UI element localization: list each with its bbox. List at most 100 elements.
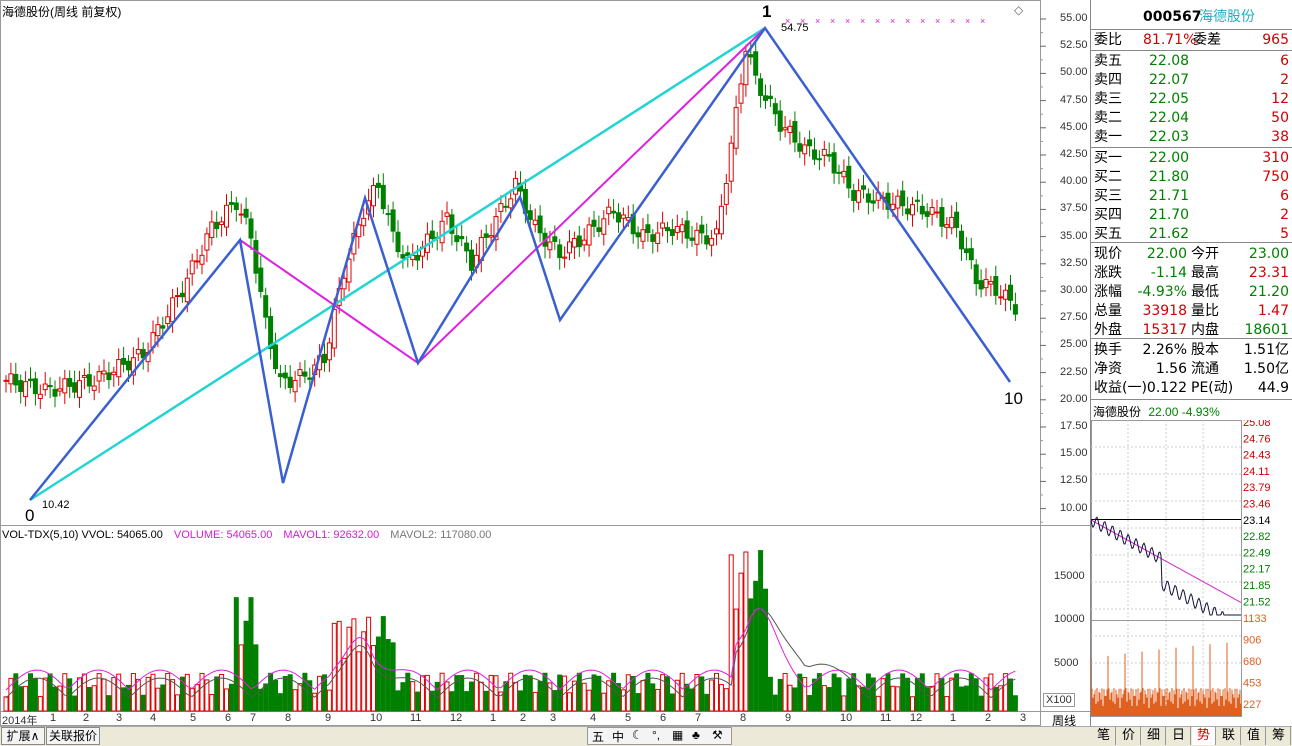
stock-name: 海德股份 (1199, 9, 1255, 25)
volume-bar (576, 672, 582, 712)
kline-chart-svg[interactable]: × × × × × × × × × × × × × × (0, 0, 1090, 746)
volume-bar (905, 677, 911, 712)
tab-1[interactable]: 价 (1117, 727, 1141, 745)
candle-body (596, 227, 602, 232)
candle-body (718, 205, 724, 235)
toolbar-icon[interactable]: ♣ (692, 728, 700, 742)
tab-3[interactable]: 日 (1167, 727, 1191, 745)
candles-group (3, 40, 1018, 409)
candle-body (28, 378, 33, 382)
candle-body (689, 237, 695, 241)
candle-body (439, 220, 445, 244)
candle-body (787, 125, 793, 133)
volume-bar (954, 673, 960, 712)
tab-4[interactable]: 势 (1192, 727, 1216, 745)
tab-2[interactable]: 细 (1142, 727, 1166, 745)
volume-bar (170, 679, 176, 712)
candle-body (532, 219, 538, 226)
candle-body (277, 373, 283, 378)
bid-label: 买二 (1094, 169, 1122, 185)
month-label: 4 (590, 712, 597, 724)
candle-body (552, 236, 558, 242)
candle-body (905, 208, 911, 215)
expand-button[interactable]: 扩展∧ (1, 727, 45, 745)
volume-bar (302, 672, 308, 712)
candle-body (380, 184, 386, 210)
month-label: 10 (370, 712, 383, 724)
price-tick-label: 20.00 (1060, 392, 1088, 405)
low-price-mark: 10.42 (42, 499, 70, 511)
candle-body (562, 256, 568, 259)
volume-bar (758, 550, 764, 712)
volume-bar (219, 673, 225, 712)
volume-bar (963, 685, 969, 712)
tab-0[interactable]: 笔 (1092, 727, 1116, 745)
diamond-icon[interactable]: ◇ (1014, 3, 1023, 17)
candle-body (444, 212, 450, 217)
candle-body (1008, 284, 1013, 301)
stat-value: 1.47 (1257, 303, 1289, 319)
bid-volume: 750 (1262, 169, 1289, 185)
month-label: 8 (285, 712, 292, 724)
candle-body (8, 373, 14, 385)
minichart-title: 海德股份 (1093, 405, 1142, 419)
toolbar-icon[interactable]: ⚒ (712, 728, 723, 742)
tab-7[interactable]: 筹 (1267, 727, 1291, 745)
toolbar-icon[interactable]: °, (652, 728, 660, 742)
kline-chart-area[interactable]: × × × × × × × × × × × × × × 海德股份(周线 前复权) ◇ 1 54.75 10… (0, 0, 1090, 746)
volume-bar (821, 685, 827, 712)
volume-bar (968, 673, 974, 712)
candle-body (62, 378, 68, 394)
toolbar-icon[interactable]: 中 (612, 728, 624, 745)
volume-bar (772, 694, 778, 712)
ask-label: 卖二 (1094, 110, 1122, 126)
tab-5[interactable]: 联 (1217, 727, 1241, 745)
candle-body (865, 193, 871, 203)
volume-tick-label: 5000 (1054, 657, 1079, 669)
status-bar (0, 726, 1090, 746)
price-tick-label: 15.00 (1060, 447, 1088, 460)
price-tick-label: 52.50 (1060, 39, 1088, 52)
ime-toolbar[interactable]: 五中 ☾ °, ▦ ♣ ⚒ (587, 727, 732, 745)
volume-unit: X100 (1043, 693, 1075, 707)
candle-body (924, 211, 930, 217)
candle-body (949, 216, 955, 229)
stat2-row: 净资 1.56 流通 1.50亿 (1091, 360, 1292, 378)
top-marker-text: × (830, 16, 835, 26)
price-tick-label: 40.00 (1060, 175, 1088, 188)
volume-bar (753, 580, 759, 712)
stat-value: 2.26% (1142, 342, 1187, 358)
candle-body (273, 344, 278, 370)
volume-bar (385, 639, 391, 712)
volume-bar (812, 678, 817, 712)
minichart-price-tick: 22.49 (1243, 547, 1271, 559)
candle-body (248, 218, 254, 239)
bid-volume: 6 (1280, 188, 1289, 204)
candle-body (601, 218, 607, 235)
stat-row: 现价 22.00 今开 23.00 (1091, 245, 1292, 263)
candle-body (910, 204, 915, 216)
volume-bar (910, 696, 915, 712)
stat-value: 18601 (1244, 322, 1289, 338)
stat-value: -1.14 (1150, 265, 1187, 281)
intraday-minichart[interactable]: 25.08 24.76 24.43 24.11 23.79 23.46 23.14 22.82… (1091, 420, 1292, 720)
candle-body (836, 171, 842, 174)
toolbar-icon[interactable]: ▦ (672, 728, 683, 742)
volume-bar (449, 691, 455, 712)
candle-body (963, 248, 969, 254)
candle-body (919, 205, 925, 215)
volume-bar (826, 687, 832, 712)
volume-bar (346, 626, 352, 712)
volume-bar (326, 689, 332, 712)
tab-6[interactable]: 值 (1242, 727, 1266, 745)
toolbar-icon[interactable]: 五 (592, 728, 604, 745)
volume-bar (135, 678, 141, 712)
ask-row: 卖四 22.07 2 (1091, 71, 1292, 89)
volume-bar (42, 677, 48, 712)
volume-bar (292, 689, 298, 712)
toolbar-icon[interactable]: ☾ (632, 728, 643, 742)
candle-body (861, 185, 866, 190)
volume-bar (395, 690, 401, 712)
volume-bar (748, 598, 754, 712)
related-quote-button[interactable]: 关联报价 (46, 727, 100, 745)
